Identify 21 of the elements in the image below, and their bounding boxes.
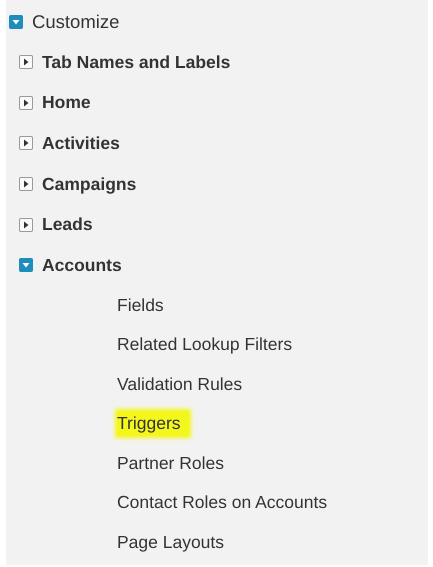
tree-item[interactable]: Fields [117, 294, 164, 316]
expand-toggle-icon[interactable] [19, 136, 33, 150]
tree-item[interactable]: Accounts [42, 254, 122, 276]
tree-item[interactable]: Triggers [117, 411, 189, 436]
tree-item[interactable]: Campaigns [42, 174, 136, 195]
tree-item[interactable]: Customize [32, 11, 120, 33]
tree-item[interactable]: Leads [42, 214, 93, 236]
tree-item[interactable]: Partner Roles [117, 452, 224, 474]
tree-item[interactable]: Tab Names and Labels [42, 52, 230, 73]
tree-item[interactable]: Page Layouts [117, 532, 224, 553]
tree-item[interactable]: Activities [42, 132, 120, 154]
collapse-toggle-icon[interactable] [9, 15, 23, 29]
collapse-toggle-icon[interactable] [19, 258, 33, 272]
tree-item[interactable]: Related Lookup Filters [117, 334, 292, 356]
expand-toggle-icon[interactable] [19, 96, 33, 110]
expand-toggle-icon[interactable] [19, 218, 33, 232]
tree-item[interactable]: Home [42, 92, 91, 114]
tree-item[interactable]: Contact Roles on Accounts [117, 492, 328, 514]
tree-item[interactable]: Validation Rules [117, 374, 242, 395]
expand-toggle-icon[interactable] [19, 177, 33, 192]
expand-toggle-icon[interactable] [19, 55, 33, 70]
